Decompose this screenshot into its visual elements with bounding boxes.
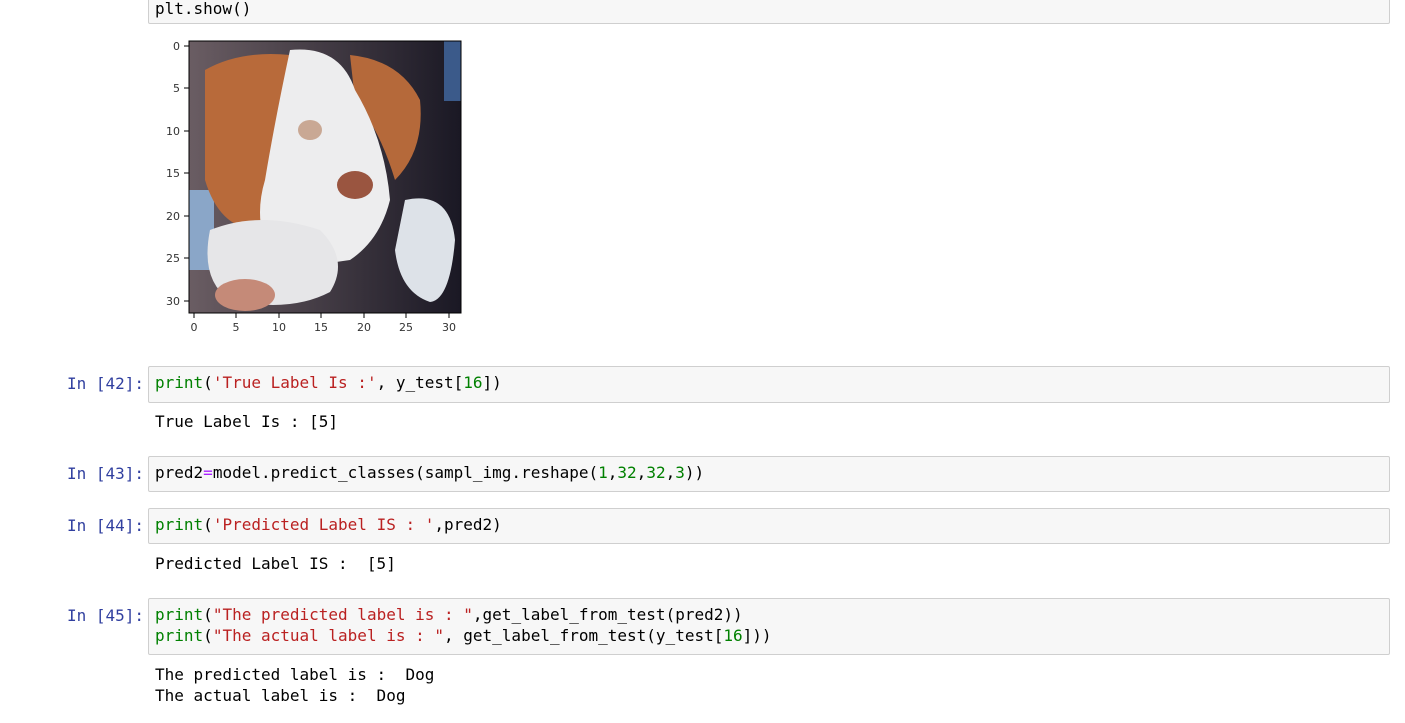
y-axis: 0 5 10 15 20 25 30 (166, 40, 189, 308)
code-token: ,pred2) (434, 515, 502, 534)
code-token: ( (203, 605, 213, 624)
code-token: , get_label_from_test(y_test[ (444, 626, 724, 645)
code-token: "The actual label is : " (212, 626, 444, 645)
x-tick-label: 15 (314, 321, 328, 334)
code-token: ( (203, 626, 213, 645)
code-token: "The predicted label is : " (212, 605, 473, 624)
code-token: = (203, 463, 213, 482)
y-tick-label: 5 (173, 82, 180, 95)
code-token: 1 (598, 463, 608, 482)
code-token: 32 (617, 463, 637, 482)
x-tick-label: 25 (399, 321, 413, 334)
cell-output: True Label Is : [5] (155, 412, 339, 431)
code-token: ,get_label_from_test(pred2)) (472, 605, 743, 624)
x-tick-label: 5 (233, 321, 240, 334)
code-input[interactable]: print("The predicted label is : ",get_la… (148, 598, 1390, 655)
code-input[interactable]: pred2=model.predict_classes(sampl_img.re… (148, 456, 1390, 492)
image-plot-output: 0 5 10 15 20 25 30 0 5 10 15 20 25 30 (150, 30, 480, 340)
x-tick-label: 0 (191, 321, 198, 334)
pixel-image (188, 40, 462, 314)
input-prompt: In [45]: (66, 606, 144, 625)
x-tick-label: 30 (442, 321, 456, 334)
y-tick-label: 25 (166, 252, 180, 265)
code-token: )) (684, 463, 705, 482)
cell-output: Predicted Label IS : [5] (155, 554, 396, 573)
cell-output: The predicted label is : Dog The actual … (155, 664, 434, 706)
code-token: 'True Label Is :' (212, 373, 377, 392)
code-token: 16 (463, 373, 483, 392)
input-prompt: In [44]: (66, 516, 144, 535)
code-token: 16 (723, 626, 743, 645)
output-line: The actual label is : Dog (155, 686, 406, 705)
x-axis: 0 5 10 15 20 25 30 (191, 313, 456, 334)
input-prompt: In [43]: (66, 464, 144, 483)
code-token: , y_test[ (376, 373, 464, 392)
code-token: 32 (646, 463, 666, 482)
output-line: The predicted label is : Dog (155, 665, 435, 684)
y-tick-label: 30 (166, 295, 180, 308)
y-tick-label: 15 (166, 167, 180, 180)
dog-image-plot: 0 5 10 15 20 25 30 0 5 10 15 20 25 30 (166, 40, 462, 334)
y-tick-label: 10 (166, 125, 180, 138)
code-token: model.predict_classes(sampl_img.reshape( (212, 463, 599, 482)
code-text: plt.show() (155, 0, 252, 18)
code-token: print (155, 515, 204, 534)
code-token: , (636, 463, 647, 482)
code-token: ( (203, 515, 213, 534)
code-token: , (607, 463, 618, 482)
x-tick-label: 20 (357, 321, 371, 334)
code-token: pred2 (155, 463, 204, 482)
code-input[interactable]: print('Predicted Label IS : ',pred2) (148, 508, 1390, 544)
input-prompt: In [42]: (66, 374, 144, 393)
code-input[interactable]: print('True Label Is :', y_test[16]) (148, 366, 1390, 403)
code-token: 3 (675, 463, 685, 482)
code-token: , (665, 463, 676, 482)
y-tick-label: 0 (173, 40, 180, 53)
code-token: print (155, 605, 204, 624)
code-token: ])) (742, 626, 772, 645)
code-token: print (155, 373, 204, 392)
y-tick-label: 20 (166, 210, 180, 223)
code-token: ]) (482, 373, 502, 392)
code-token: ( (203, 373, 213, 392)
code-token: print (155, 626, 204, 645)
x-tick-label: 10 (272, 321, 286, 334)
code-cell-plt-show[interactable]: plt.show() (148, 0, 1390, 24)
code-token: 'Predicted Label IS : ' (212, 515, 435, 534)
